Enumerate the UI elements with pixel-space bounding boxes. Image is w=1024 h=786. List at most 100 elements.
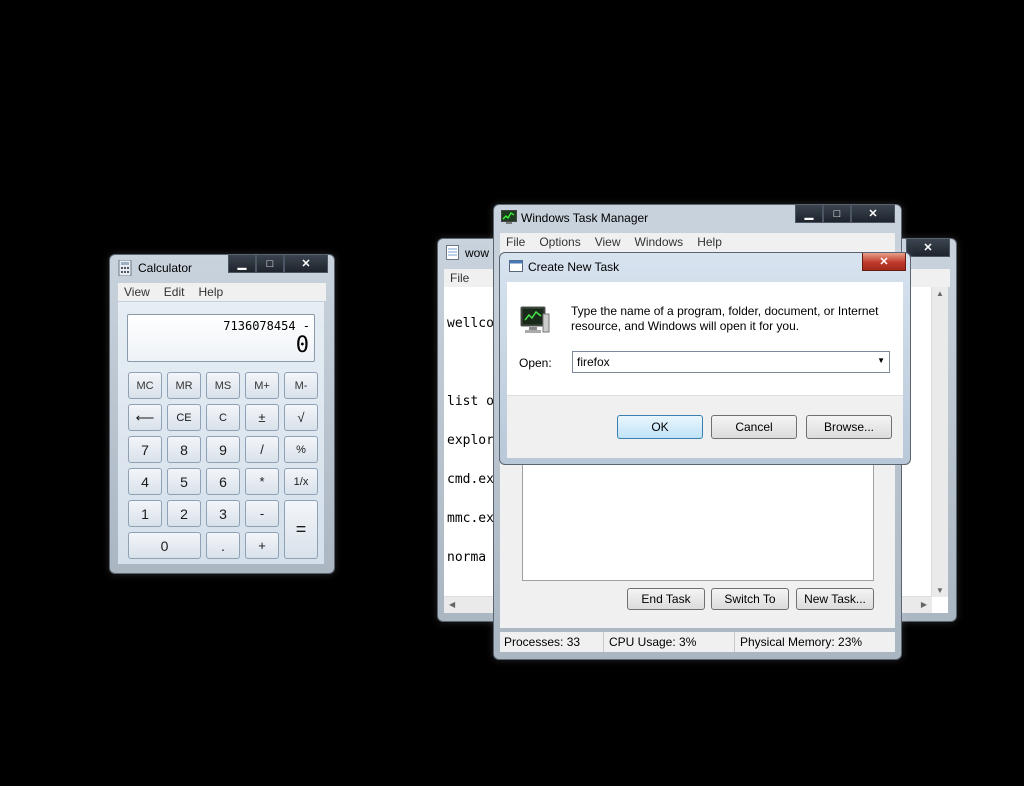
dialog-button-area: OK Cancel Browse... (507, 395, 903, 458)
notepad-line: yeah. (447, 628, 487, 643)
notepad-title: wow (465, 246, 490, 260)
open-combobox[interactable]: firefox ▼ (572, 351, 890, 373)
maximize-button[interactable]: □ (256, 255, 284, 273)
notepad-line: list o (447, 394, 494, 409)
status-processes: Processes: 33 (500, 632, 604, 652)
dialog-close-button[interactable]: ✕ (862, 253, 906, 271)
task-manager-title: Windows Task Manager (521, 211, 649, 225)
notepad-line (447, 356, 494, 369)
calculator-icon (118, 259, 132, 277)
tm-close-button[interactable]: ✕ (851, 205, 895, 223)
task-manager-menubar: File Options View Windows Help (500, 233, 895, 251)
notepad-text: wellco list o explor cmd.ex mmc.ex norma… (447, 291, 494, 785)
ce-button[interactable]: CE (167, 404, 201, 431)
dialog-window-controls: ✕ (862, 253, 906, 271)
m-minus-button[interactable]: M- (284, 372, 318, 399)
plus-minus-button[interactable]: ± (245, 404, 279, 431)
close-button[interactable]: ✕ (284, 255, 328, 273)
new-task-button[interactable]: New Task... (796, 588, 874, 610)
create-new-task-dialog: Create New Task ✕ Type the name of a pro… (499, 252, 911, 465)
notepad-line: explor (447, 433, 494, 448)
open-label: Open: (519, 356, 552, 370)
multiply-button[interactable]: * (245, 468, 279, 495)
display-value: 0 (295, 333, 309, 358)
menu-help[interactable]: Help (198, 285, 223, 299)
tm-minimize-button[interactable]: ▁ (795, 205, 823, 223)
minimize-button[interactable]: ▁ (228, 255, 256, 273)
scroll-up-arrow-icon[interactable]: ▲ (936, 289, 944, 298)
digit-9-button[interactable]: 9 (206, 436, 240, 463)
sqrt-button[interactable]: √ (284, 404, 318, 431)
notepad-icon (446, 245, 460, 260)
notepad-line: mmc.ex (447, 511, 494, 526)
calculator-title: Calculator (138, 261, 193, 275)
digit-4-button[interactable]: 4 (128, 468, 162, 495)
calculator-window-controls: ▁ □ ✕ (228, 255, 328, 273)
m-plus-button[interactable]: M+ (245, 372, 279, 399)
dialog-description: Type the name of a program, folder, docu… (571, 304, 879, 333)
task-manager-window-controls: ▁ □ ✕ (795, 205, 895, 223)
notepad-line: norma (447, 550, 487, 565)
tm-menu-view[interactable]: View (595, 235, 621, 249)
status-physical-memory: Physical Memory: 23% (740, 635, 863, 649)
digit-6-button[interactable]: 6 (206, 468, 240, 495)
end-task-button[interactable]: End Task (627, 588, 705, 610)
cancel-button[interactable]: Cancel (711, 415, 797, 439)
add-button[interactable]: + (245, 532, 279, 559)
calculator-titlebar[interactable]: Calculator ▁ □ ✕ (110, 255, 334, 279)
task-manager-statusbar: Processes: 33 CPU Usage: 3% Physical Mem… (500, 632, 895, 652)
digit-1-button[interactable]: 1 (128, 500, 162, 527)
notepad-line (447, 707, 494, 720)
run-task-icon (509, 260, 523, 274)
tm-menu-options[interactable]: Options (539, 235, 580, 249)
dialog-titlebar[interactable]: Create New Task ✕ (500, 253, 910, 277)
notepad-line: limp b (447, 745, 494, 760)
reciprocal-button[interactable]: 1/x (284, 468, 318, 495)
mr-button[interactable]: MR (167, 372, 201, 399)
digit-7-button[interactable]: 7 (128, 436, 162, 463)
percent-button[interactable]: % (284, 436, 318, 463)
digit-0-button[interactable]: 0 (128, 532, 201, 559)
status-cpu-usage: CPU Usage: 3% (605, 632, 735, 652)
subtract-button[interactable]: - (245, 500, 279, 527)
menu-edit[interactable]: Edit (164, 285, 185, 299)
scroll-down-arrow-icon[interactable]: ▼ (936, 586, 944, 595)
equals-button[interactable]: = (284, 500, 318, 559)
mc-button[interactable]: MC (128, 372, 162, 399)
task-manager-icon (501, 210, 517, 224)
divide-button[interactable]: / (245, 436, 279, 463)
tm-menu-help[interactable]: Help (697, 235, 722, 249)
calculator-window: Calculator ▁ □ ✕ View Edit Help 71360784… (109, 254, 335, 574)
menu-view[interactable]: View (124, 285, 150, 299)
ok-button[interactable]: OK (617, 415, 703, 439)
task-manager-titlebar[interactable]: Windows Task Manager ▁ □ ✕ (494, 205, 901, 229)
backspace-button[interactable]: ⟵ (128, 404, 162, 431)
digit-8-button[interactable]: 8 (167, 436, 201, 463)
ms-button[interactable]: MS (206, 372, 240, 399)
tm-maximize-button[interactable]: □ (823, 205, 851, 223)
decimal-button[interactable]: . (206, 532, 240, 559)
computer-task-icon (519, 304, 551, 339)
notepad-close-button[interactable]: ✕ (906, 239, 950, 257)
calculator-menubar: View Edit Help (118, 283, 326, 301)
scroll-right-arrow-icon[interactable]: ▶ (921, 600, 927, 609)
memory-readout: 7136078454 - (223, 319, 310, 333)
tm-menu-file[interactable]: File (506, 235, 525, 249)
digit-5-button[interactable]: 5 (167, 468, 201, 495)
open-input[interactable]: firefox (577, 355, 610, 369)
dialog-body: Type the name of a program, folder, docu… (507, 282, 903, 458)
notepad-window-controls: ✕ (906, 239, 950, 257)
scroll-left-arrow-icon[interactable]: ◀ (449, 600, 455, 609)
switch-to-button[interactable]: Switch To (711, 588, 789, 610)
notepad-line: wellco (447, 316, 494, 331)
browse-button[interactable]: Browse... (806, 415, 892, 439)
notepad-menu-file[interactable]: File (450, 271, 469, 285)
tm-menu-windows[interactable]: Windows (635, 235, 684, 249)
clear-button[interactable]: C (206, 404, 240, 431)
digit-2-button[interactable]: 2 (167, 500, 201, 527)
chevron-down-icon[interactable]: ▼ (877, 356, 885, 365)
notepad-vertical-scrollbar[interactable]: ▲ ▼ (931, 287, 948, 597)
digit-3-button[interactable]: 3 (206, 500, 240, 527)
notepad-line: cmd.ex (447, 472, 494, 487)
dialog-title: Create New Task (528, 260, 620, 274)
